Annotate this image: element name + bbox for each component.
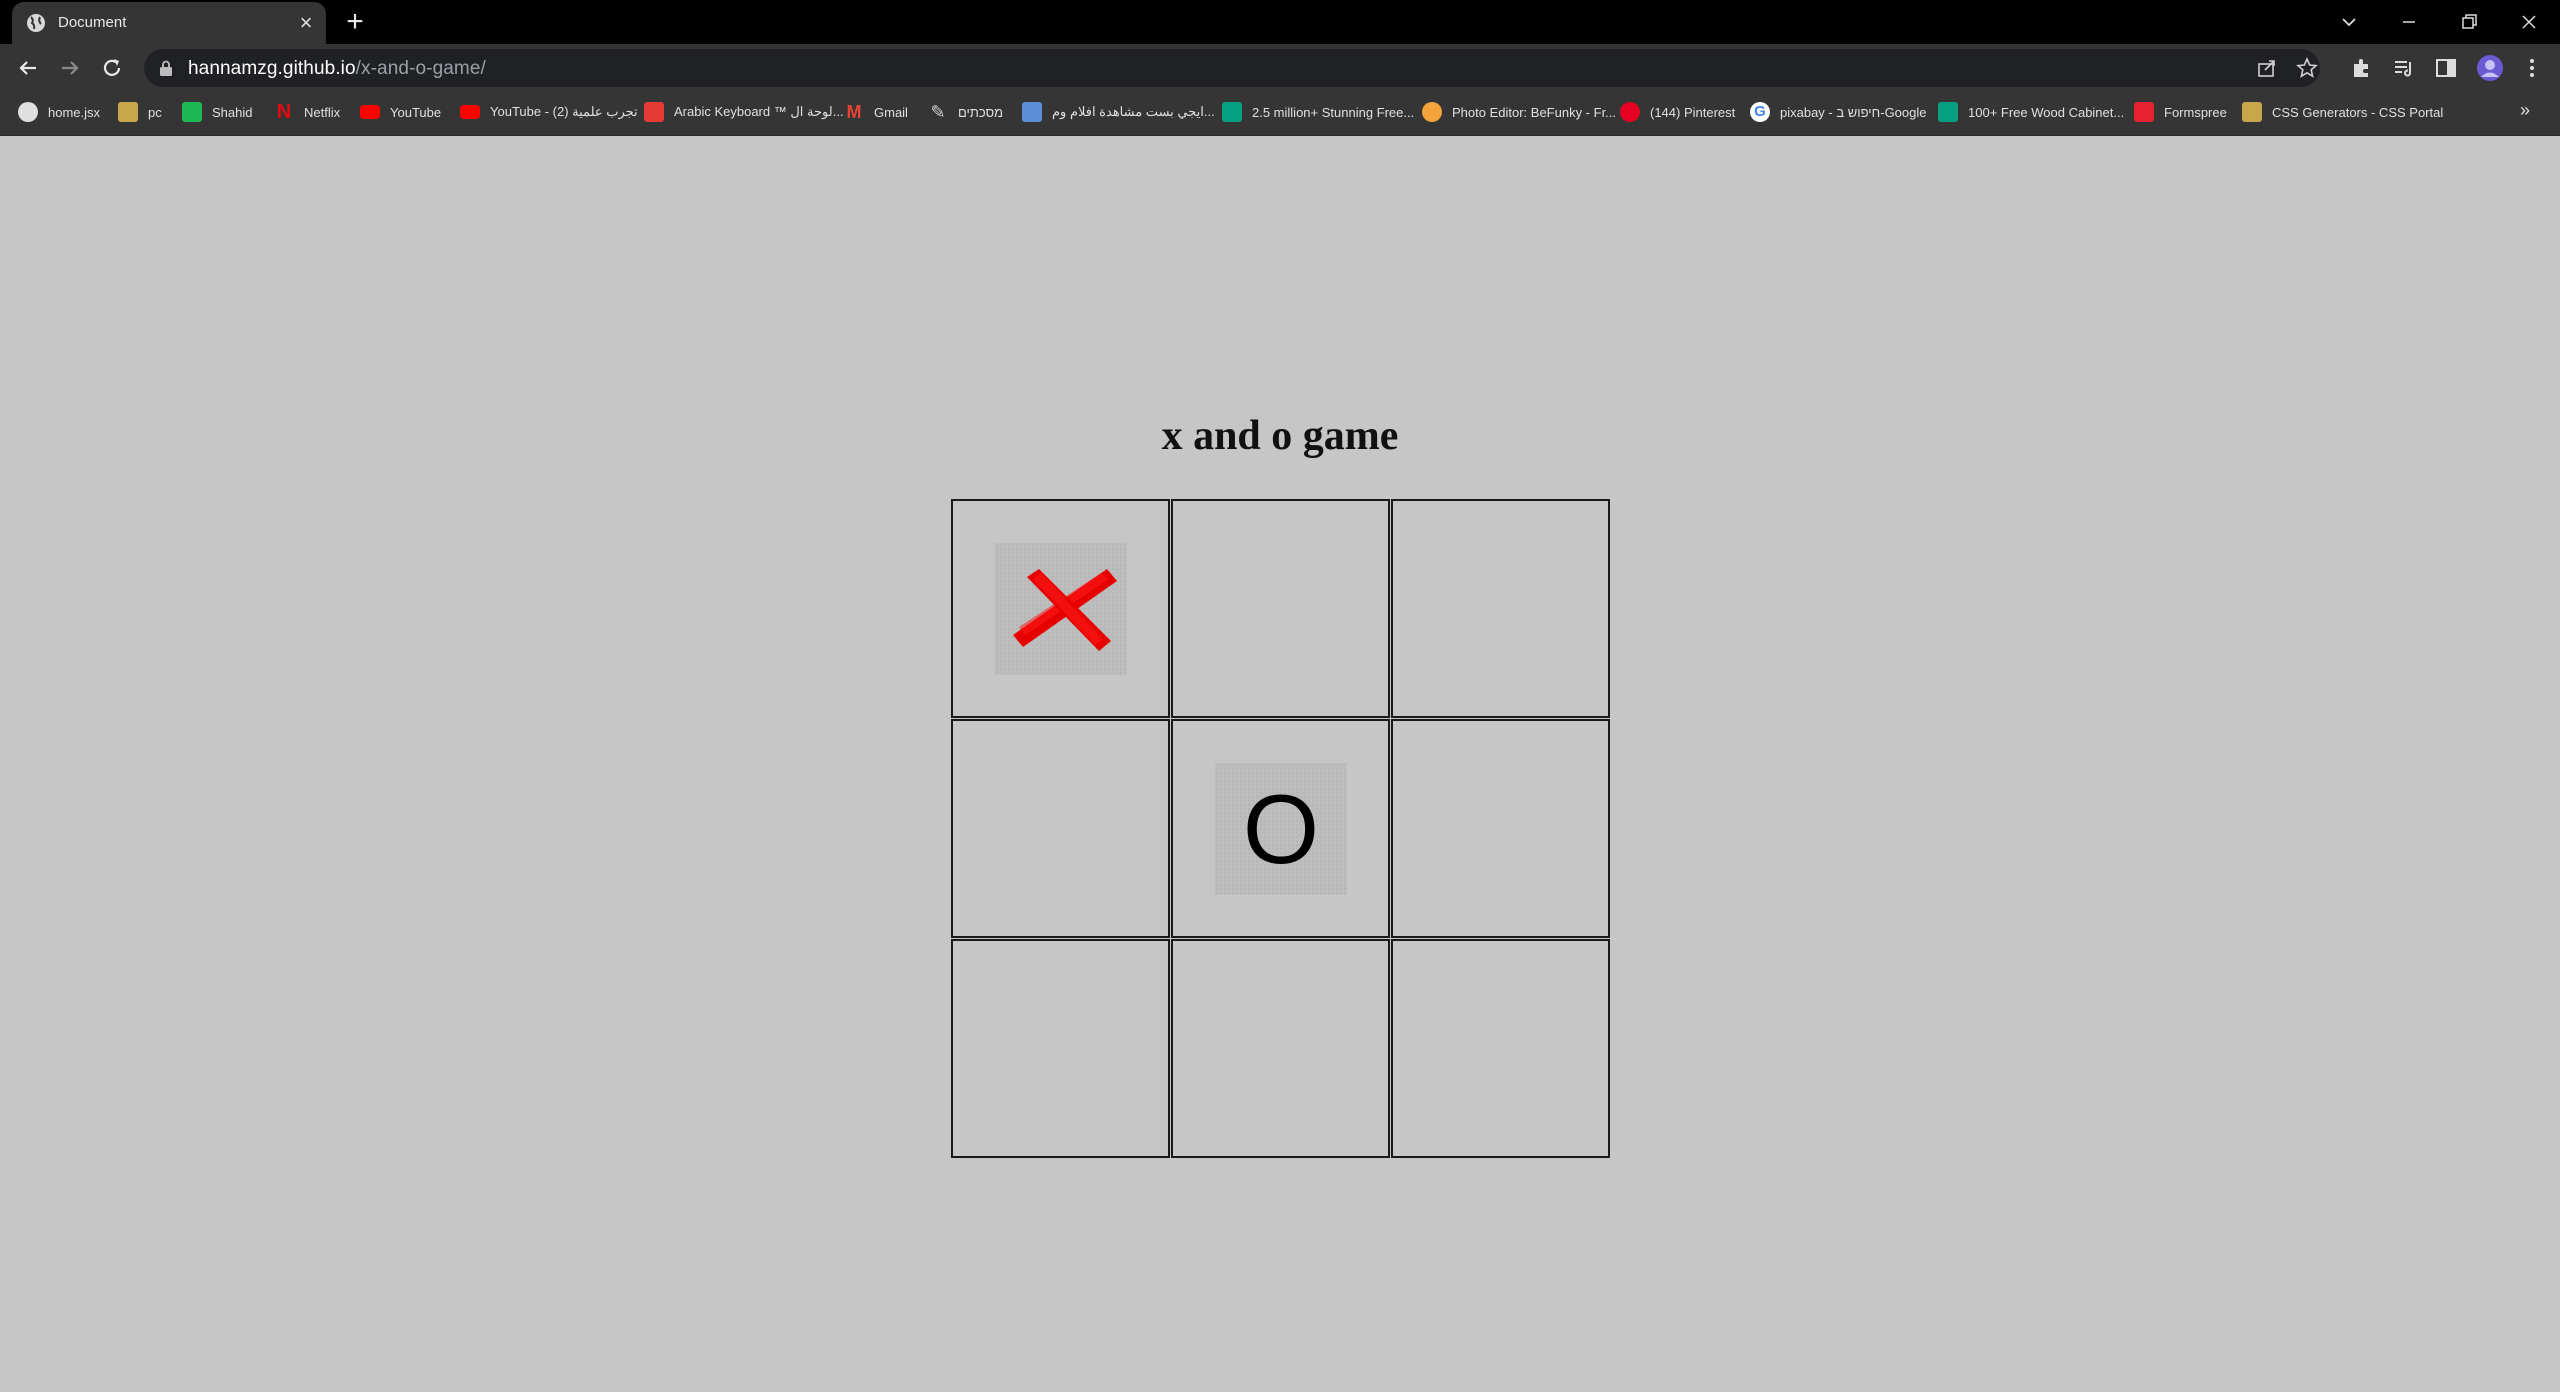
bookmark-pexels[interactable]: 2.5 million+ Stunning Free... (1222, 100, 1414, 124)
pen-icon: ✎ (930, 102, 946, 122)
lock-icon[interactable] (158, 59, 174, 77)
x-mark-tile (995, 543, 1127, 675)
bookmark-befunky[interactable]: Photo Editor: BeFunky - Fr... (1422, 100, 1616, 124)
formspree-icon (2134, 102, 2154, 122)
bookmark-wood-cabinet[interactable]: 100+ Free Wood Cabinet... (1938, 100, 2124, 124)
bookmarks-overflow-icon[interactable]: » (2520, 100, 2530, 121)
bookmark-star-icon[interactable] (2296, 57, 2318, 79)
tab-close-icon[interactable]: × (294, 11, 318, 35)
extensions-icon[interactable] (2350, 56, 2374, 80)
reload-icon[interactable] (98, 54, 126, 82)
keyboard-icon (644, 102, 664, 122)
bookmark-shahid[interactable]: Shahid (182, 100, 252, 124)
bookmark-pinterest[interactable]: (144) Pinterest (1620, 100, 1735, 124)
tab-title: Document (58, 14, 127, 31)
media-queue-icon[interactable] (2392, 56, 2416, 80)
shahid-icon (182, 102, 202, 122)
restore-icon[interactable] (2454, 8, 2484, 36)
bookmark-label: Photo Editor: BeFunky - Fr... (1452, 104, 1617, 120)
bookmark-youtube-2[interactable]: YouTube - تجرب علمية (2) (460, 100, 638, 124)
bookmark-egybest[interactable]: ايجي بست مشاهدة افلام وم... (1022, 100, 1215, 124)
folder-icon (118, 102, 138, 122)
bookmark-label: pixabay - חיפוש ב-Google (1780, 104, 1927, 120)
bookmark-css-portal[interactable]: CSS Generators - CSS Portal (2242, 100, 2443, 124)
bookmark-label: Formspree (2164, 104, 2227, 120)
o-mark: O (1242, 774, 1320, 884)
bookmark-label: home.jsx (48, 104, 101, 120)
url-host: hannamzg.github.io (188, 58, 356, 79)
bookmark-label: CSS Generators - CSS Portal (2272, 104, 2444, 120)
pexels-icon (1222, 102, 1242, 122)
browser-toolbar: hannamzg.github.io/x-and-o-game/ (0, 44, 2560, 92)
youtube-icon (460, 105, 480, 119)
minimize-icon[interactable] (2394, 8, 2424, 36)
bookmark-gmail[interactable]: M Gmail (844, 100, 908, 124)
gmail-icon: M (846, 102, 862, 122)
befunky-icon (1422, 102, 1442, 122)
bookmark-label: Gmail (874, 104, 908, 120)
o-mark-tile: O (1215, 763, 1347, 895)
bookmark-youtube[interactable]: YouTube (360, 100, 441, 124)
bookmark-label: (144) Pinterest (1650, 104, 1736, 120)
bookmark-google-pixabay[interactable]: G pixabay - חיפוש ב-Google (1750, 100, 1926, 124)
board-cell-9[interactable] (1391, 939, 1610, 1158)
bookmarks-bar: home.jsx pc Shahid N Netflix YouTube You… (0, 92, 2560, 136)
bookmark-label: 100+ Free Wood Cabinet... (1968, 104, 2125, 120)
back-icon[interactable] (14, 54, 42, 82)
x-mark-icon (1013, 569, 1117, 651)
close-window-icon[interactable] (2514, 8, 2544, 36)
bookmark-label: YouTube (390, 104, 442, 120)
tab-search-icon[interactable] (2334, 8, 2364, 36)
bookmark-label: מסכתים (958, 104, 1004, 120)
board-cell-2[interactable] (1171, 499, 1390, 718)
menu-kebab-icon[interactable] (2520, 56, 2544, 80)
url-path: /x-and-o-game/ (355, 58, 486, 79)
forward-icon[interactable] (56, 54, 84, 82)
cssportal-icon (2242, 102, 2262, 122)
google-icon: G (1750, 102, 1770, 122)
board-cell-4[interactable] (951, 719, 1170, 938)
netflix-icon: N (276, 101, 292, 123)
bookmark-label: ايجي بست مشاهدة افلام وم... (1052, 104, 1215, 119)
board-cell-3[interactable] (1391, 499, 1610, 718)
bookmark-formspree[interactable]: Formspree (2134, 100, 2227, 124)
bookmark-label: 2.5 million+ Stunning Free... (1252, 104, 1415, 120)
bookmark-label: pc (148, 104, 162, 120)
youtube-icon (360, 105, 380, 119)
bookmark-hebrew[interactable]: ✎ מסכתים (928, 100, 1003, 124)
bookmark-arabic-keyboard[interactable]: Arabic Keyboard ™ لوحة ال... (644, 100, 844, 124)
egybest-icon (1022, 102, 1042, 122)
pinterest-icon (1620, 102, 1640, 122)
pexels-icon (1938, 102, 1958, 122)
browser-tab[interactable]: Document × (12, 2, 326, 44)
bookmark-label: YouTube - تجرب علمية (2) (490, 104, 638, 119)
bookmark-label: Arabic Keyboard ™ لوحة ال... (674, 104, 844, 119)
game-board: O (951, 499, 1611, 1159)
board-cell-7[interactable] (951, 939, 1170, 1158)
profile-avatar-icon[interactable] (2476, 54, 2504, 82)
tab-strip: Document × + (0, 0, 2560, 44)
address-bar[interactable]: hannamzg.github.io/x-and-o-game/ (144, 49, 2320, 87)
globe-icon (27, 14, 45, 32)
board-cell-5[interactable]: O (1171, 719, 1390, 938)
bookmark-label: Netflix (304, 104, 341, 120)
share-icon[interactable] (2256, 57, 2278, 79)
page-title: x and o game (1161, 413, 1399, 459)
globe-icon (18, 102, 38, 122)
side-panel-icon[interactable] (2434, 56, 2458, 80)
board-cell-1[interactable] (951, 499, 1170, 718)
bookmark-pc[interactable]: pc (118, 100, 162, 124)
bookmark-home-jsx[interactable]: home.jsx (18, 100, 100, 124)
board-cell-6[interactable] (1391, 719, 1610, 938)
url-text[interactable]: hannamzg.github.io/x-and-o-game/ (188, 58, 486, 80)
board-cell-8[interactable] (1171, 939, 1390, 1158)
new-tab-button[interactable]: + (340, 7, 370, 38)
bookmark-netflix[interactable]: N Netflix (274, 100, 340, 124)
bookmark-label: Shahid (212, 104, 253, 120)
